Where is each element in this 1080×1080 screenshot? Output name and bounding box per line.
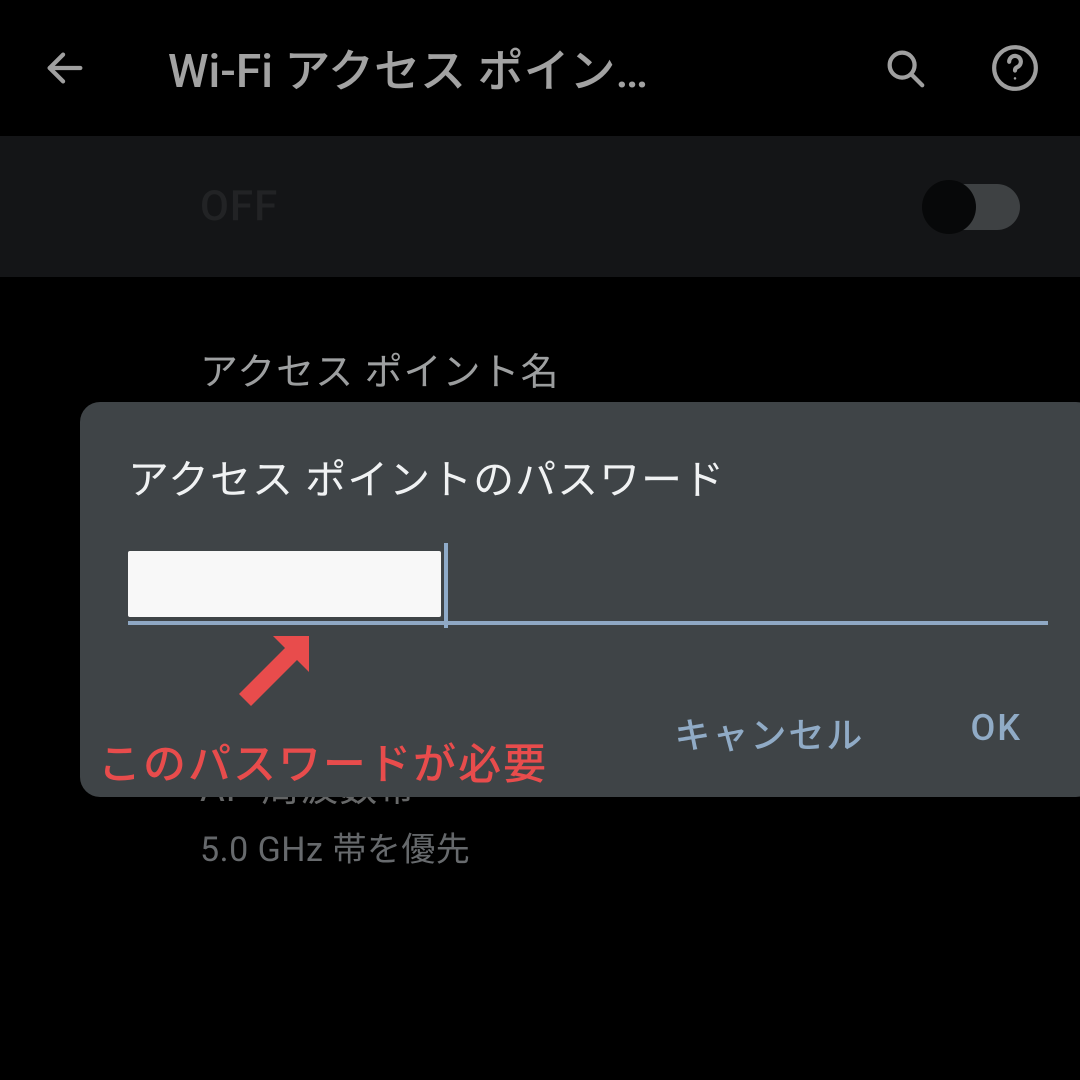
viewport: Wi-Fi アクセス ポイン… OFF bbox=[0, 0, 1080, 1080]
text-cursor bbox=[444, 543, 448, 628]
dialog-title: アクセス ポイントのパスワード bbox=[128, 446, 1048, 506]
password-redaction-box bbox=[128, 551, 441, 617]
input-underline bbox=[128, 621, 1048, 625]
ok-button[interactable]: OK bbox=[952, 699, 1040, 767]
password-dialog: アクセス ポイントのパスワード キャンセル OK bbox=[80, 402, 1080, 797]
password-input[interactable] bbox=[128, 551, 1048, 625]
cancel-button[interactable]: キャンセル bbox=[656, 699, 882, 767]
dialog-actions: キャンセル OK bbox=[128, 699, 1040, 767]
